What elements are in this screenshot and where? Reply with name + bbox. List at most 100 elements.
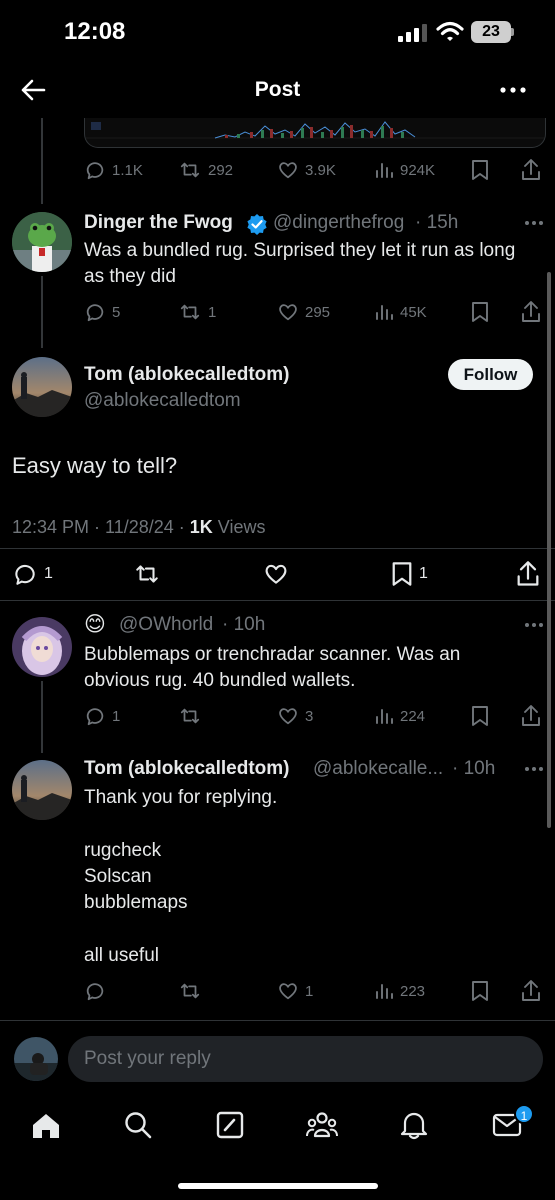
notifications-bell-icon[interactable] xyxy=(400,1110,428,1140)
views-action[interactable]: 223 xyxy=(374,977,425,1005)
more-options-icon[interactable] xyxy=(500,86,526,94)
status-bar: 12:08 23 xyxy=(0,0,555,66)
post-timestamp: 12:34 PM · 11/28/24 · xyxy=(12,517,190,537)
avatar-tom-reply[interactable] xyxy=(12,760,72,820)
author-name[interactable]: Tom (ablokecalledtom) xyxy=(84,758,290,780)
owhorld-actions: 1 3 224 xyxy=(84,702,546,730)
reply-action[interactable]: 1 xyxy=(84,702,120,730)
reply-line: rugcheck xyxy=(84,840,162,861)
owhorld-header: 😊 @OWhorld · 10h xyxy=(84,612,554,640)
bookmark-icon[interactable] xyxy=(471,705,489,727)
bookmark-icon[interactable] xyxy=(471,980,489,1002)
dinger-actions: 5 1 295 45K xyxy=(84,298,546,326)
reply-line: all useful xyxy=(84,945,159,966)
user-avatar-image xyxy=(14,1037,58,1081)
bookmark-icon xyxy=(392,562,412,586)
battery-tip xyxy=(511,28,514,36)
like-action[interactable]: 3.9K xyxy=(277,156,336,184)
reply-action[interactable]: 1.1K xyxy=(84,156,143,184)
composer-divider xyxy=(0,1020,555,1021)
reply-icon xyxy=(86,708,104,726)
share-icon[interactable] xyxy=(520,979,542,1003)
reply-count: 1.1K xyxy=(112,161,143,179)
like-count: 1 xyxy=(305,982,314,1000)
views-action[interactable]: 224 xyxy=(374,702,425,730)
communities-icon[interactable] xyxy=(306,1110,338,1140)
repost-icon[interactable] xyxy=(178,980,202,1002)
tweet-more-icon[interactable] xyxy=(524,622,544,628)
scrollbar[interactable] xyxy=(547,272,551,828)
repost-icon[interactable] xyxy=(178,705,202,727)
emoji-name[interactable]: 😊 xyxy=(84,612,106,637)
reply-icon xyxy=(86,162,104,180)
messages-badge: 1 xyxy=(514,1104,534,1124)
like-count: 295 xyxy=(305,303,331,321)
bookmark-icon[interactable] xyxy=(471,301,489,323)
views-count: 45K xyxy=(400,303,427,321)
main-author-handle[interactable]: @ablokecalledtom xyxy=(84,390,241,412)
reply-icon[interactable] xyxy=(84,980,106,1002)
share-icon[interactable] xyxy=(520,704,542,728)
home-icon[interactable] xyxy=(31,1112,61,1140)
repost-icon[interactable] xyxy=(133,561,161,587)
share-icon[interactable] xyxy=(515,560,541,588)
views-action[interactable]: 924K xyxy=(374,156,435,184)
avatar-dinger[interactable] xyxy=(12,212,72,272)
repost-action[interactable]: 1 xyxy=(178,298,216,326)
heart-icon[interactable] xyxy=(262,561,290,587)
views-count: 223 xyxy=(400,982,426,1000)
post-time: · 15h xyxy=(415,212,459,233)
compose-icon[interactable] xyxy=(215,1110,245,1140)
author-handle[interactable]: @OWhorld xyxy=(119,614,213,636)
follow-button[interactable]: Follow xyxy=(448,359,533,390)
main-post-text: Easy way to tell? xyxy=(12,453,178,478)
reply-icon xyxy=(15,564,35,585)
page-title: Post xyxy=(254,78,301,101)
like-action[interactable]: 1 xyxy=(277,977,313,1005)
top-tweet-actions: 1.1K 292 3.9K 924K xyxy=(84,156,546,184)
dinger-text: Was a bundled rug. Surprised they let it… xyxy=(84,240,516,287)
search-icon[interactable] xyxy=(123,1110,153,1140)
repost-count: 292 xyxy=(208,161,234,179)
author-name[interactable]: Dinger the Fwog xyxy=(84,212,233,234)
post-meta: 12:34 PM · 11/28/24 · 1K Views xyxy=(12,517,266,538)
reply-line-spacer xyxy=(84,811,524,838)
reply-line: Solscan xyxy=(84,866,152,887)
bookmark-action[interactable]: 1 xyxy=(391,558,428,590)
like-action[interactable]: 295 xyxy=(277,298,330,326)
reply-count: 1 xyxy=(44,565,53,582)
tom-avatar-image xyxy=(12,760,72,820)
post-views-label: Views xyxy=(212,517,266,537)
repost-action[interactable]: 292 xyxy=(178,156,233,184)
status-time: 12:08 xyxy=(64,18,126,45)
frog-avatar-image xyxy=(12,212,72,272)
tom-reply-header: Tom (ablokecalledtom) @ablokecalle... · … xyxy=(84,756,554,784)
thread-connector-2 xyxy=(41,276,43,348)
composer-avatar xyxy=(14,1037,58,1081)
author-handle[interactable]: @dingerthefrog xyxy=(273,212,404,234)
tweet-more-icon[interactable] xyxy=(524,220,544,226)
share-icon[interactable] xyxy=(520,300,542,324)
repost-icon xyxy=(180,162,200,178)
bookmark-icon[interactable] xyxy=(471,159,489,181)
verified-badge-icon xyxy=(247,214,267,235)
avatar-tom[interactable] xyxy=(12,357,72,417)
price-chart-image xyxy=(85,121,545,139)
reply-action[interactable]: 1 xyxy=(12,558,53,590)
reply-input[interactable]: Post your reply xyxy=(68,1036,543,1082)
avatar-owhorld[interactable] xyxy=(12,617,72,677)
main-author-name[interactable]: Tom (ablokecalledtom) xyxy=(84,364,290,386)
reply-action[interactable]: 5 xyxy=(84,298,120,326)
reply-icon xyxy=(86,304,104,322)
media-chart-preview[interactable] xyxy=(84,118,546,148)
post-header: Post xyxy=(0,66,555,118)
owhorld-text: Bubblemaps or trenchradar scanner. Was a… xyxy=(84,644,461,691)
author-handle[interactable]: @ablokecalle... xyxy=(313,758,443,780)
post-views-count: 1K xyxy=(189,517,213,537)
share-icon[interactable] xyxy=(520,158,542,182)
views-icon xyxy=(376,163,393,178)
tweet-more-icon[interactable] xyxy=(524,766,544,772)
views-action[interactable]: 45K xyxy=(374,298,427,326)
like-action[interactable]: 3 xyxy=(277,702,313,730)
cellular-signal-icon xyxy=(398,24,427,42)
